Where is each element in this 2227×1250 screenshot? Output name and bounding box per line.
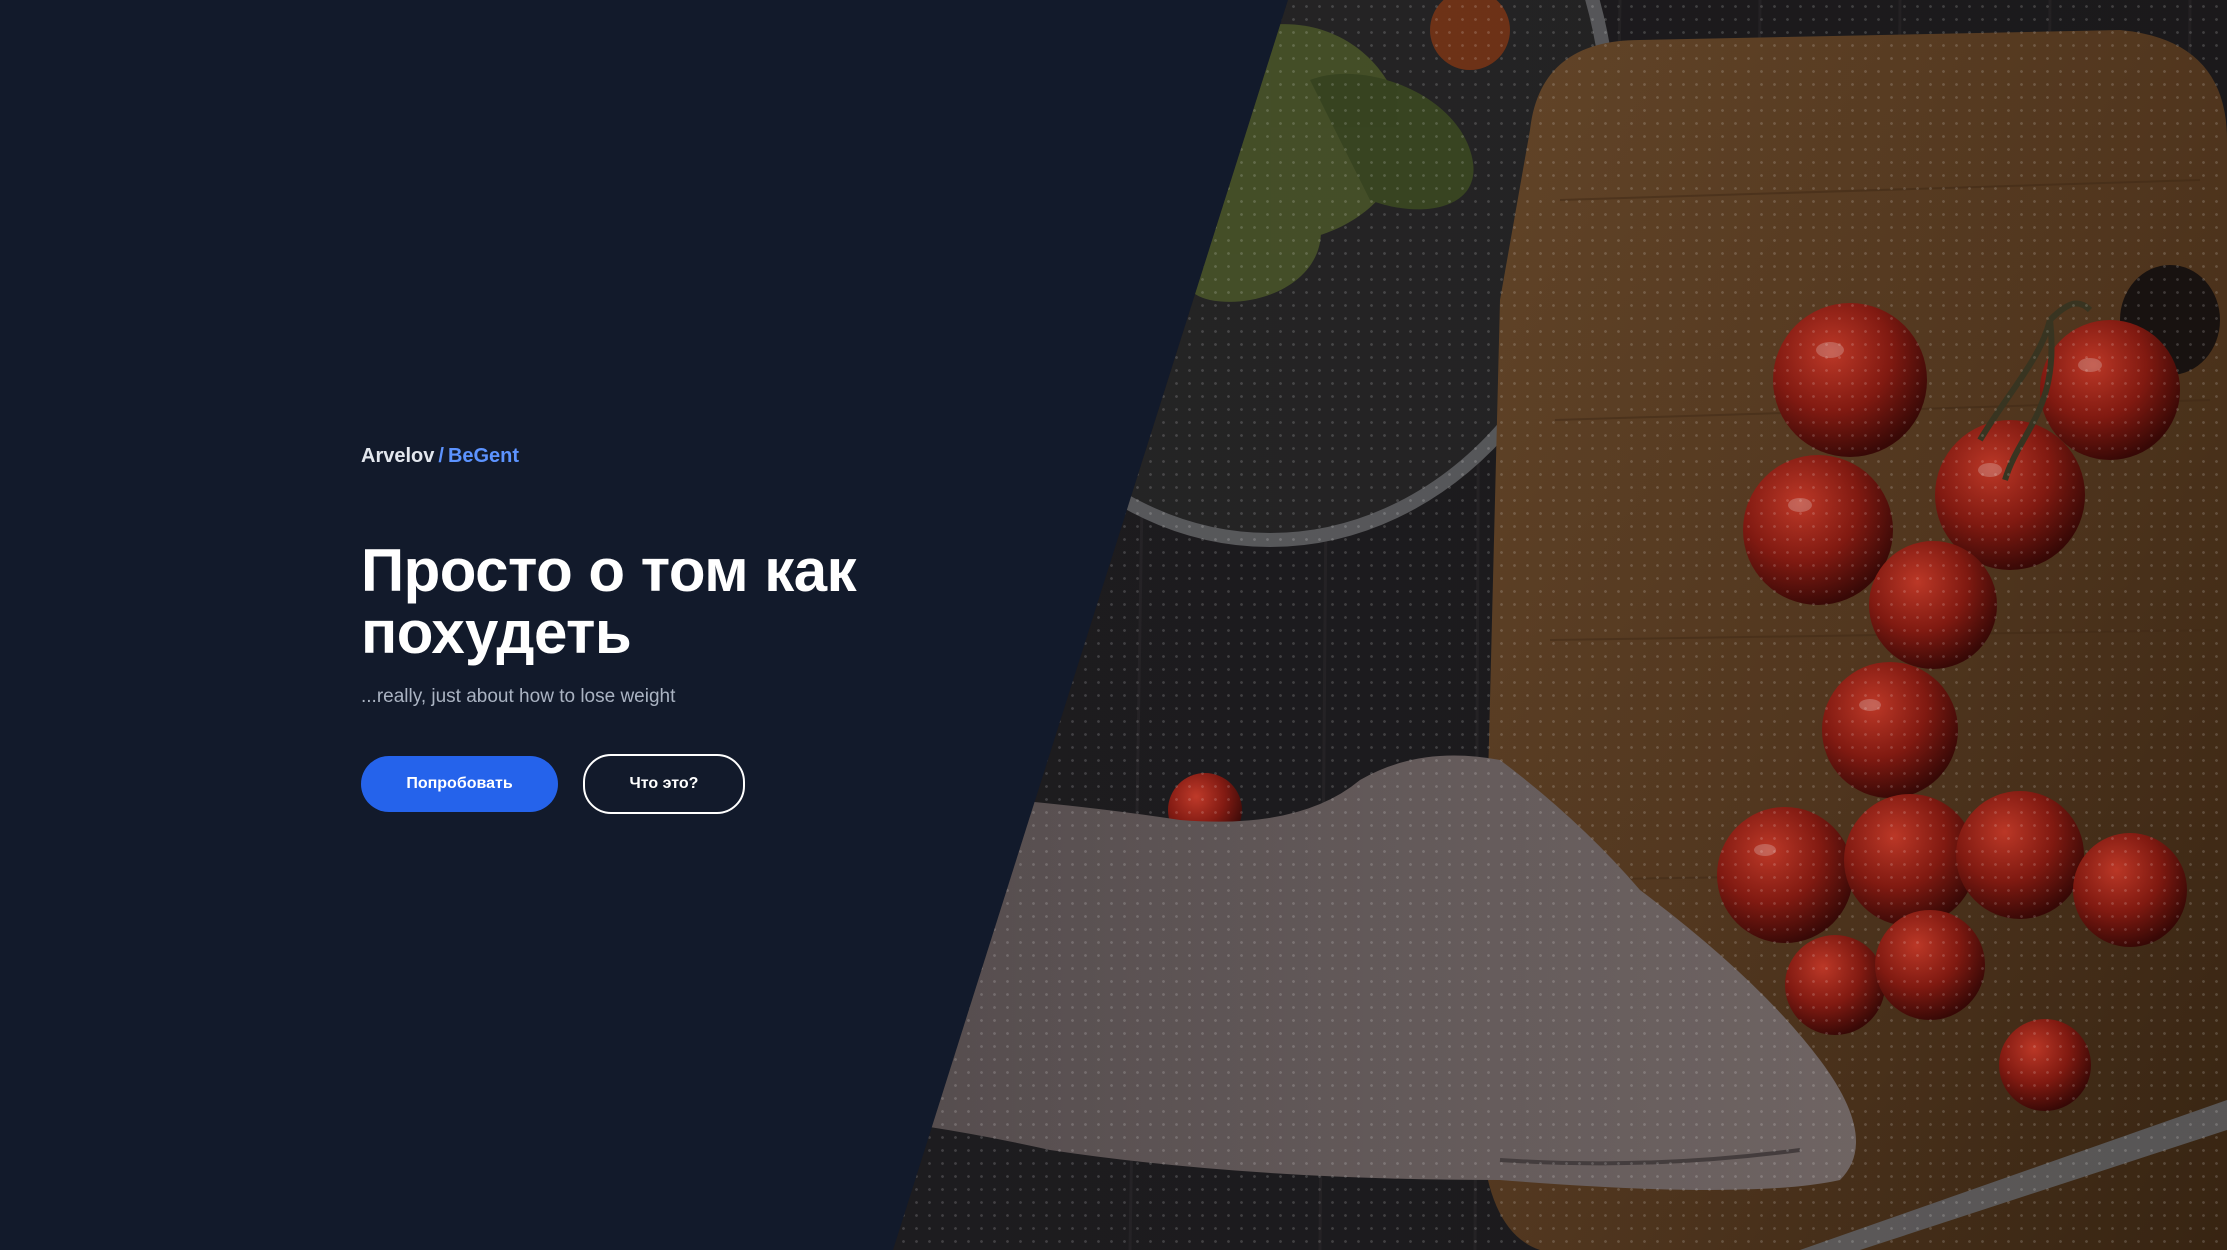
page-title: Просто о том как похудеть [361, 540, 1161, 664]
try-button[interactable]: Попробовать [361, 756, 558, 812]
breadcrumb: Arvelov / BeGent [361, 440, 1161, 472]
page-subtitle: ...really, just about how to lose weight [361, 686, 676, 707]
breadcrumb-separator: / [438, 445, 444, 467]
hero-content: Arvelov / BeGent Просто о том как похудеть… [361, 440, 1161, 814]
what-is-it-button[interactable]: Что это? [583, 754, 745, 814]
hero-section: Arvelov / BeGent Просто о том как похудеть… [0, 0, 2227, 1250]
breadcrumb-author[interactable]: Arvelov [361, 445, 434, 467]
page-title-line-2: похудеть [361, 599, 632, 666]
page-title-line-1: Просто о том как [361, 537, 857, 604]
hero-actions: Попробовать Что это? [361, 754, 1161, 814]
breadcrumb-brand-link[interactable]: BeGent [448, 445, 519, 467]
